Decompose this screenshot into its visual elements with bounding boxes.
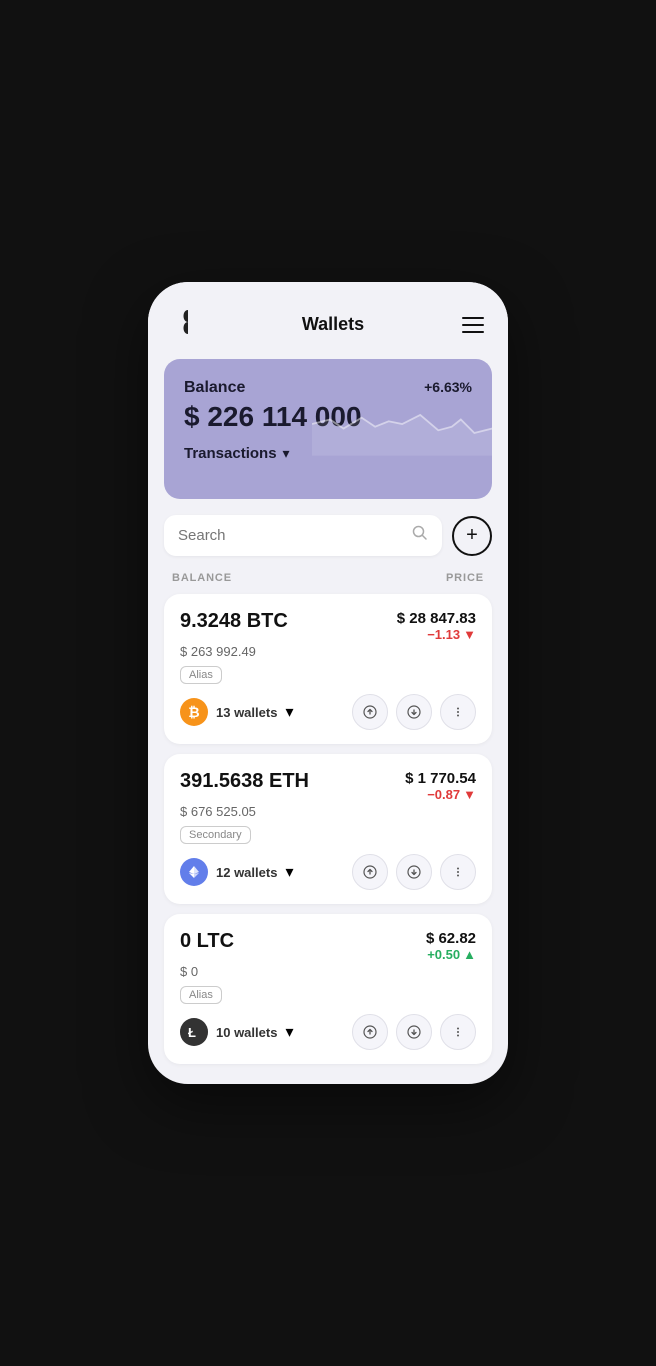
coin-amount-ltc: 0 LTC bbox=[180, 930, 234, 953]
column-headers: BALANCE PRICE bbox=[148, 568, 508, 594]
eth-action-buttons bbox=[352, 854, 476, 890]
search-icon bbox=[412, 525, 428, 546]
coin-wallet-row-btc[interactable]: ₿ 13 wallets ▾ bbox=[180, 698, 293, 726]
coin-wallet-row-eth[interactable]: 12 wallets ▾ bbox=[180, 858, 293, 886]
ltc-wallets-chevron-icon: ▾ bbox=[285, 1022, 293, 1042]
eth-wallets-count: 12 wallets bbox=[216, 865, 277, 880]
coin-card-ltc: 0 LTC $ 62.82 +0.50 ▲ $ 0 Alias Ł 10 wal… bbox=[164, 914, 492, 1064]
eth-more-button[interactable] bbox=[440, 854, 476, 890]
ltc-logo-icon: Ł bbox=[180, 1018, 208, 1046]
coin-bottom-btc: ₿ 13 wallets ▾ bbox=[180, 694, 476, 730]
coin-change-ltc: +0.50 ▲ bbox=[426, 947, 476, 962]
search-row: + bbox=[148, 515, 508, 568]
search-input[interactable] bbox=[178, 527, 404, 544]
coin-amount-eth: 391.5638 ETH bbox=[180, 770, 309, 793]
coin-change-eth: −0.87 ▼ bbox=[405, 787, 476, 802]
coin-price-btc: $ 28 847.83 bbox=[397, 610, 476, 627]
coin-usd-btc: $ 263 992.49 bbox=[180, 644, 476, 659]
col-price: PRICE bbox=[446, 572, 484, 584]
logo-icon bbox=[172, 306, 204, 343]
coin-card-btc: 9.3248 BTC $ 28 847.83 −1.13 ▼ $ 263 992… bbox=[164, 594, 492, 744]
coin-bottom-eth: 12 wallets ▾ bbox=[180, 854, 476, 890]
search-box bbox=[164, 515, 442, 556]
coin-usd-ltc: $ 0 bbox=[180, 964, 476, 979]
ltc-wallets-count: 10 wallets bbox=[216, 1025, 277, 1040]
btc-more-button[interactable] bbox=[440, 694, 476, 730]
balance-chart bbox=[312, 389, 492, 459]
btc-wallets-chevron-icon: ▾ bbox=[285, 702, 293, 722]
eth-logo-icon bbox=[180, 858, 208, 886]
add-wallet-button[interactable]: + bbox=[452, 516, 492, 556]
eth-receive-button[interactable] bbox=[396, 854, 432, 890]
coin-price-ltc: $ 62.82 bbox=[426, 930, 476, 947]
menu-icon[interactable] bbox=[462, 317, 484, 333]
phone-shell: Wallets Balance +6.63% $ 226 114 000 Tra… bbox=[148, 282, 508, 1084]
coin-wallet-row-ltc[interactable]: Ł 10 wallets ▾ bbox=[180, 1018, 293, 1046]
btc-send-button[interactable] bbox=[352, 694, 388, 730]
balance-card: Balance +6.63% $ 226 114 000 Transaction… bbox=[164, 359, 492, 499]
coin-bottom-ltc: Ł 10 wallets ▾ bbox=[180, 1014, 476, 1050]
btc-wallets-count: 13 wallets bbox=[216, 705, 277, 720]
alias-badge-eth: Secondary bbox=[180, 826, 251, 844]
ltc-action-buttons bbox=[352, 1014, 476, 1050]
eth-send-button[interactable] bbox=[352, 854, 388, 890]
alias-badge-btc: Alias bbox=[180, 666, 222, 684]
page-title: Wallets bbox=[302, 314, 364, 335]
btc-action-buttons bbox=[352, 694, 476, 730]
col-balance: BALANCE bbox=[172, 572, 232, 584]
svg-text:Ł: Ł bbox=[188, 1025, 196, 1040]
header: Wallets bbox=[148, 282, 508, 359]
coin-usd-eth: $ 676 525.05 bbox=[180, 804, 476, 819]
coin-amount-btc: 9.3248 BTC bbox=[180, 610, 288, 633]
alias-badge-ltc: Alias bbox=[180, 986, 222, 1004]
coin-change-btc: −1.13 ▼ bbox=[397, 627, 476, 642]
ltc-more-button[interactable] bbox=[440, 1014, 476, 1050]
coin-card-eth: 391.5638 ETH $ 1 770.54 −0.87 ▼ $ 676 52… bbox=[164, 754, 492, 904]
coin-price-eth: $ 1 770.54 bbox=[405, 770, 476, 787]
btc-receive-button[interactable] bbox=[396, 694, 432, 730]
balance-label: Balance bbox=[184, 379, 245, 397]
coins-list: 9.3248 BTC $ 28 847.83 −1.13 ▼ $ 263 992… bbox=[148, 594, 508, 1084]
ltc-send-button[interactable] bbox=[352, 1014, 388, 1050]
transactions-label: Transactions bbox=[184, 445, 277, 462]
ltc-receive-button[interactable] bbox=[396, 1014, 432, 1050]
btc-logo-icon: ₿ bbox=[180, 698, 208, 726]
transactions-chevron-icon: ▾ bbox=[283, 445, 290, 462]
eth-wallets-chevron-icon: ▾ bbox=[285, 862, 293, 882]
